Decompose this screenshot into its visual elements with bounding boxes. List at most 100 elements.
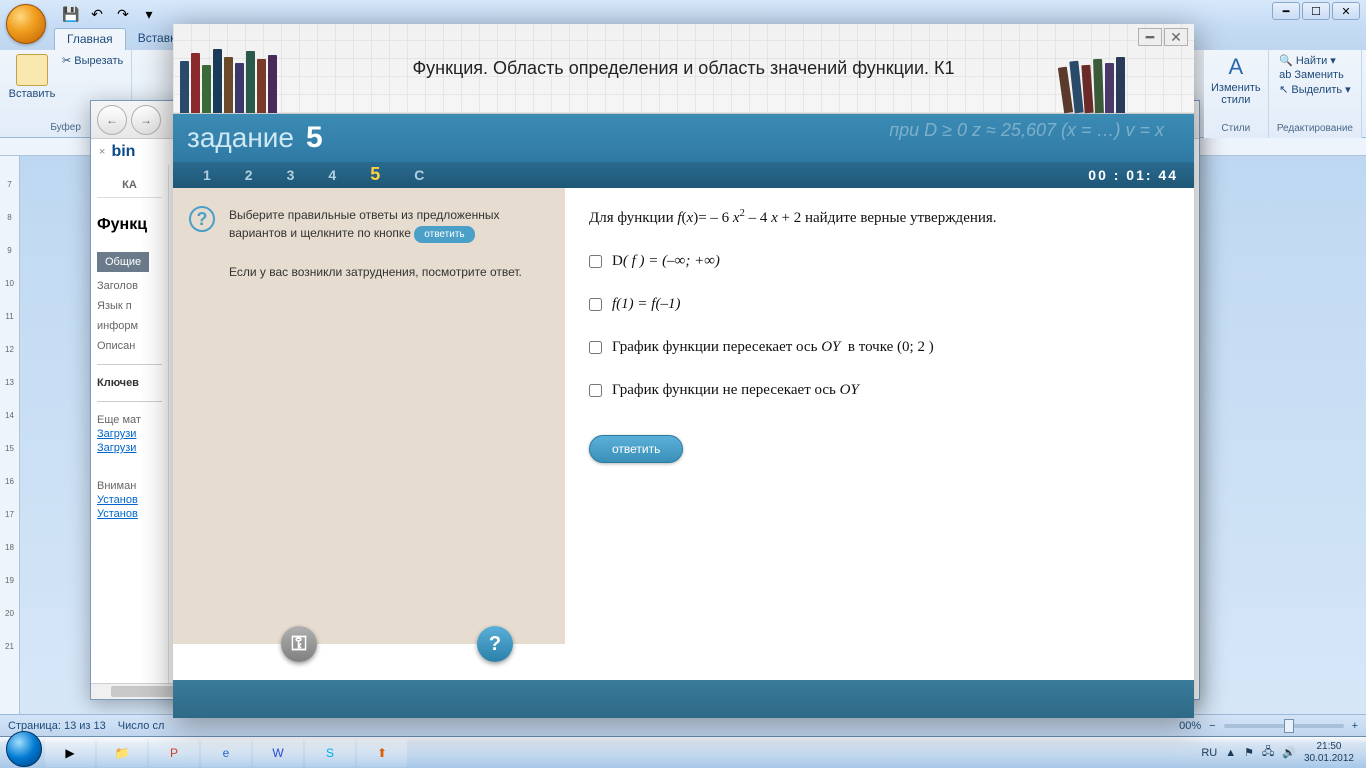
option-4[interactable]: График функции не пересекает ось OY [589, 382, 1170, 399]
system-tray: RU ▲ ⚑ 🖧 🔊 21:50 30.01.2012 [1201, 741, 1362, 765]
nav-step-4[interactable]: 4 [328, 167, 336, 183]
status-page: Страница: 13 из 13 [8, 720, 106, 732]
tray-volume-icon[interactable]: 🔊 [1282, 746, 1296, 759]
books-decoration-right [1060, 41, 1190, 113]
nav-step-1[interactable]: 1 [203, 167, 211, 183]
quiz-body: ? Выберите правильные ответы из предложе… [173, 188, 1194, 644]
quiz-window: Функция. Область определения и область з… [173, 24, 1194, 718]
instruction-1: Выберите правильные ответы из предложенн… [229, 206, 549, 243]
option-3-checkbox[interactable] [589, 341, 602, 354]
ribbon-right: A Изменить стили Стили 🔍 Найти ▾ ab Заме… [1204, 50, 1362, 138]
office-button[interactable] [6, 4, 46, 44]
cut-button[interactable]: ✂ Вырезать [62, 54, 123, 67]
answer-pill: ответить [414, 226, 474, 243]
task-band: задание 5 при D ≥ 0 z ≈ 25,607 (x = …) v… [173, 114, 1194, 162]
quiz-window-controls: ━ ✕ [1138, 28, 1188, 46]
tray-network-icon[interactable]: 🖧 [1262, 743, 1274, 762]
bing-logo: bin [111, 143, 135, 161]
qat-dropdown-icon[interactable]: ▾ [138, 3, 160, 25]
question-panel: Для функции f(x)= – 6 x2 – 4 x + 2 найди… [565, 188, 1194, 644]
zoom-out-button[interactable]: − [1209, 720, 1215, 732]
group-editing: 🔍 Найти ▾ ab Заменить ↖ Выделить ▾ Редак… [1269, 50, 1362, 138]
link-install-1[interactable]: Установ [97, 494, 162, 506]
status-zoom-value: 00% [1179, 720, 1201, 732]
option-1-checkbox[interactable] [589, 255, 602, 268]
find-button[interactable]: 🔍 Найти ▾ [1279, 54, 1351, 67]
label-keywords: Ключев [97, 377, 162, 389]
options-list: D( f ) = (–∞; +∞) f(1) = f(–1) График фу… [589, 253, 1170, 399]
quiz-minimize-button[interactable]: ━ [1138, 28, 1162, 46]
task-nav: 1 2 3 4 5 С 00 : 01: 44 [173, 162, 1194, 188]
paste-button[interactable]: Вставить [8, 54, 56, 100]
start-button[interactable] [4, 739, 44, 767]
clock-date: 30.01.2012 [1304, 753, 1354, 765]
select-button[interactable]: ↖ Выделить ▾ [1279, 83, 1351, 96]
group-styles: A Изменить стили Стили [1204, 50, 1269, 138]
close-tab-icon[interactable]: × [99, 146, 105, 158]
label-title: Заголов [97, 280, 162, 292]
replace-button[interactable]: ab Заменить [1279, 69, 1351, 81]
minimize-button[interactable]: ━ [1272, 2, 1300, 20]
option-1[interactable]: D( f ) = (–∞; +∞) [589, 253, 1170, 270]
taskbar-ie[interactable]: e [201, 739, 251, 767]
hint-button[interactable]: ? [477, 626, 513, 662]
taskbar-word[interactable]: W [253, 739, 303, 767]
page-heading: Функц [97, 216, 162, 234]
paste-label: Вставить [9, 88, 56, 100]
taskbar-app[interactable]: ⬆ [357, 739, 407, 767]
nav-step-3[interactable]: 3 [287, 167, 295, 183]
footer-buttons: ⚿ ? [281, 626, 1194, 662]
taskbar-mediaplayer[interactable]: ▶ [45, 739, 95, 767]
input-language[interactable]: RU [1201, 747, 1217, 759]
key-button[interactable]: ⚿ [281, 626, 317, 662]
quiz-close-button[interactable]: ✕ [1164, 28, 1188, 46]
change-styles-button[interactable]: A Изменить стили [1212, 54, 1260, 106]
tab-home[interactable]: Главная [54, 28, 126, 50]
quiz-title: Функция. Область определения и область з… [412, 58, 954, 79]
close-button[interactable]: ✕ [1332, 2, 1360, 20]
redo-icon[interactable]: ↷ [112, 3, 134, 25]
nav-step-c[interactable]: С [414, 167, 424, 183]
instruction-2: Если у вас возникли затруднения, посмотр… [229, 263, 549, 281]
group-clipboard-label: Буфер [50, 122, 81, 133]
tab-general[interactable]: Общие [97, 252, 149, 272]
link-download-2[interactable]: Загрузи [97, 442, 162, 454]
option-2-checkbox[interactable] [589, 298, 602, 311]
undo-icon[interactable]: ↶ [86, 3, 108, 25]
tray-up-icon[interactable]: ▲ [1225, 747, 1236, 759]
nav-step-5[interactable]: 5 [370, 164, 380, 185]
link-download-1[interactable]: Загрузи [97, 428, 162, 440]
back-button[interactable]: ← [97, 105, 127, 135]
nav-step-2[interactable]: 2 [245, 167, 253, 183]
forward-button[interactable]: → [131, 105, 161, 135]
styles-icon: A [1228, 54, 1243, 80]
taskbar-explorer[interactable]: 📁 [97, 739, 147, 767]
label-more: Еще мат [97, 414, 162, 426]
label-lang: Язык п [97, 300, 162, 312]
paste-icon [16, 54, 48, 86]
zoom-in-button[interactable]: + [1352, 720, 1358, 732]
option-4-checkbox[interactable] [589, 384, 602, 397]
vertical-ruler: 78910111213 1415161718192021 [0, 156, 20, 714]
quiz-header: Функция. Область определения и область з… [173, 24, 1194, 114]
link-install-2[interactable]: Установ [97, 508, 162, 520]
zoom-slider[interactable] [1224, 724, 1344, 728]
option-3[interactable]: График функции пересекает ось OY в точке… [589, 339, 1170, 356]
help-icon: ? [189, 206, 215, 232]
maximize-button[interactable]: ☐ [1302, 2, 1330, 20]
quick-access-toolbar: 💾 ↶ ↷ ▾ [60, 3, 160, 25]
task-number: 5 [306, 121, 323, 155]
tray-flag-icon[interactable]: ⚑ [1244, 746, 1254, 759]
zoom-thumb[interactable] [1284, 719, 1294, 733]
question-text: Для функции f(x)= – 6 x2 – 4 x + 2 найди… [589, 208, 1170, 227]
taskbar: ▶ 📁 P e W S ⬆ RU ▲ ⚑ 🖧 🔊 21:50 30.01.201… [0, 736, 1366, 768]
clock[interactable]: 21:50 30.01.2012 [1304, 741, 1354, 765]
change-styles-label: Изменить стили [1211, 82, 1261, 106]
taskbar-powerpoint[interactable]: P [149, 739, 199, 767]
label-warning: Вниман [97, 480, 162, 492]
save-icon[interactable]: 💾 [60, 3, 82, 25]
answer-button[interactable]: ответить [589, 435, 683, 463]
catalog-tab[interactable]: КА [97, 171, 162, 198]
option-2[interactable]: f(1) = f(–1) [589, 296, 1170, 313]
taskbar-skype[interactable]: S [305, 739, 355, 767]
